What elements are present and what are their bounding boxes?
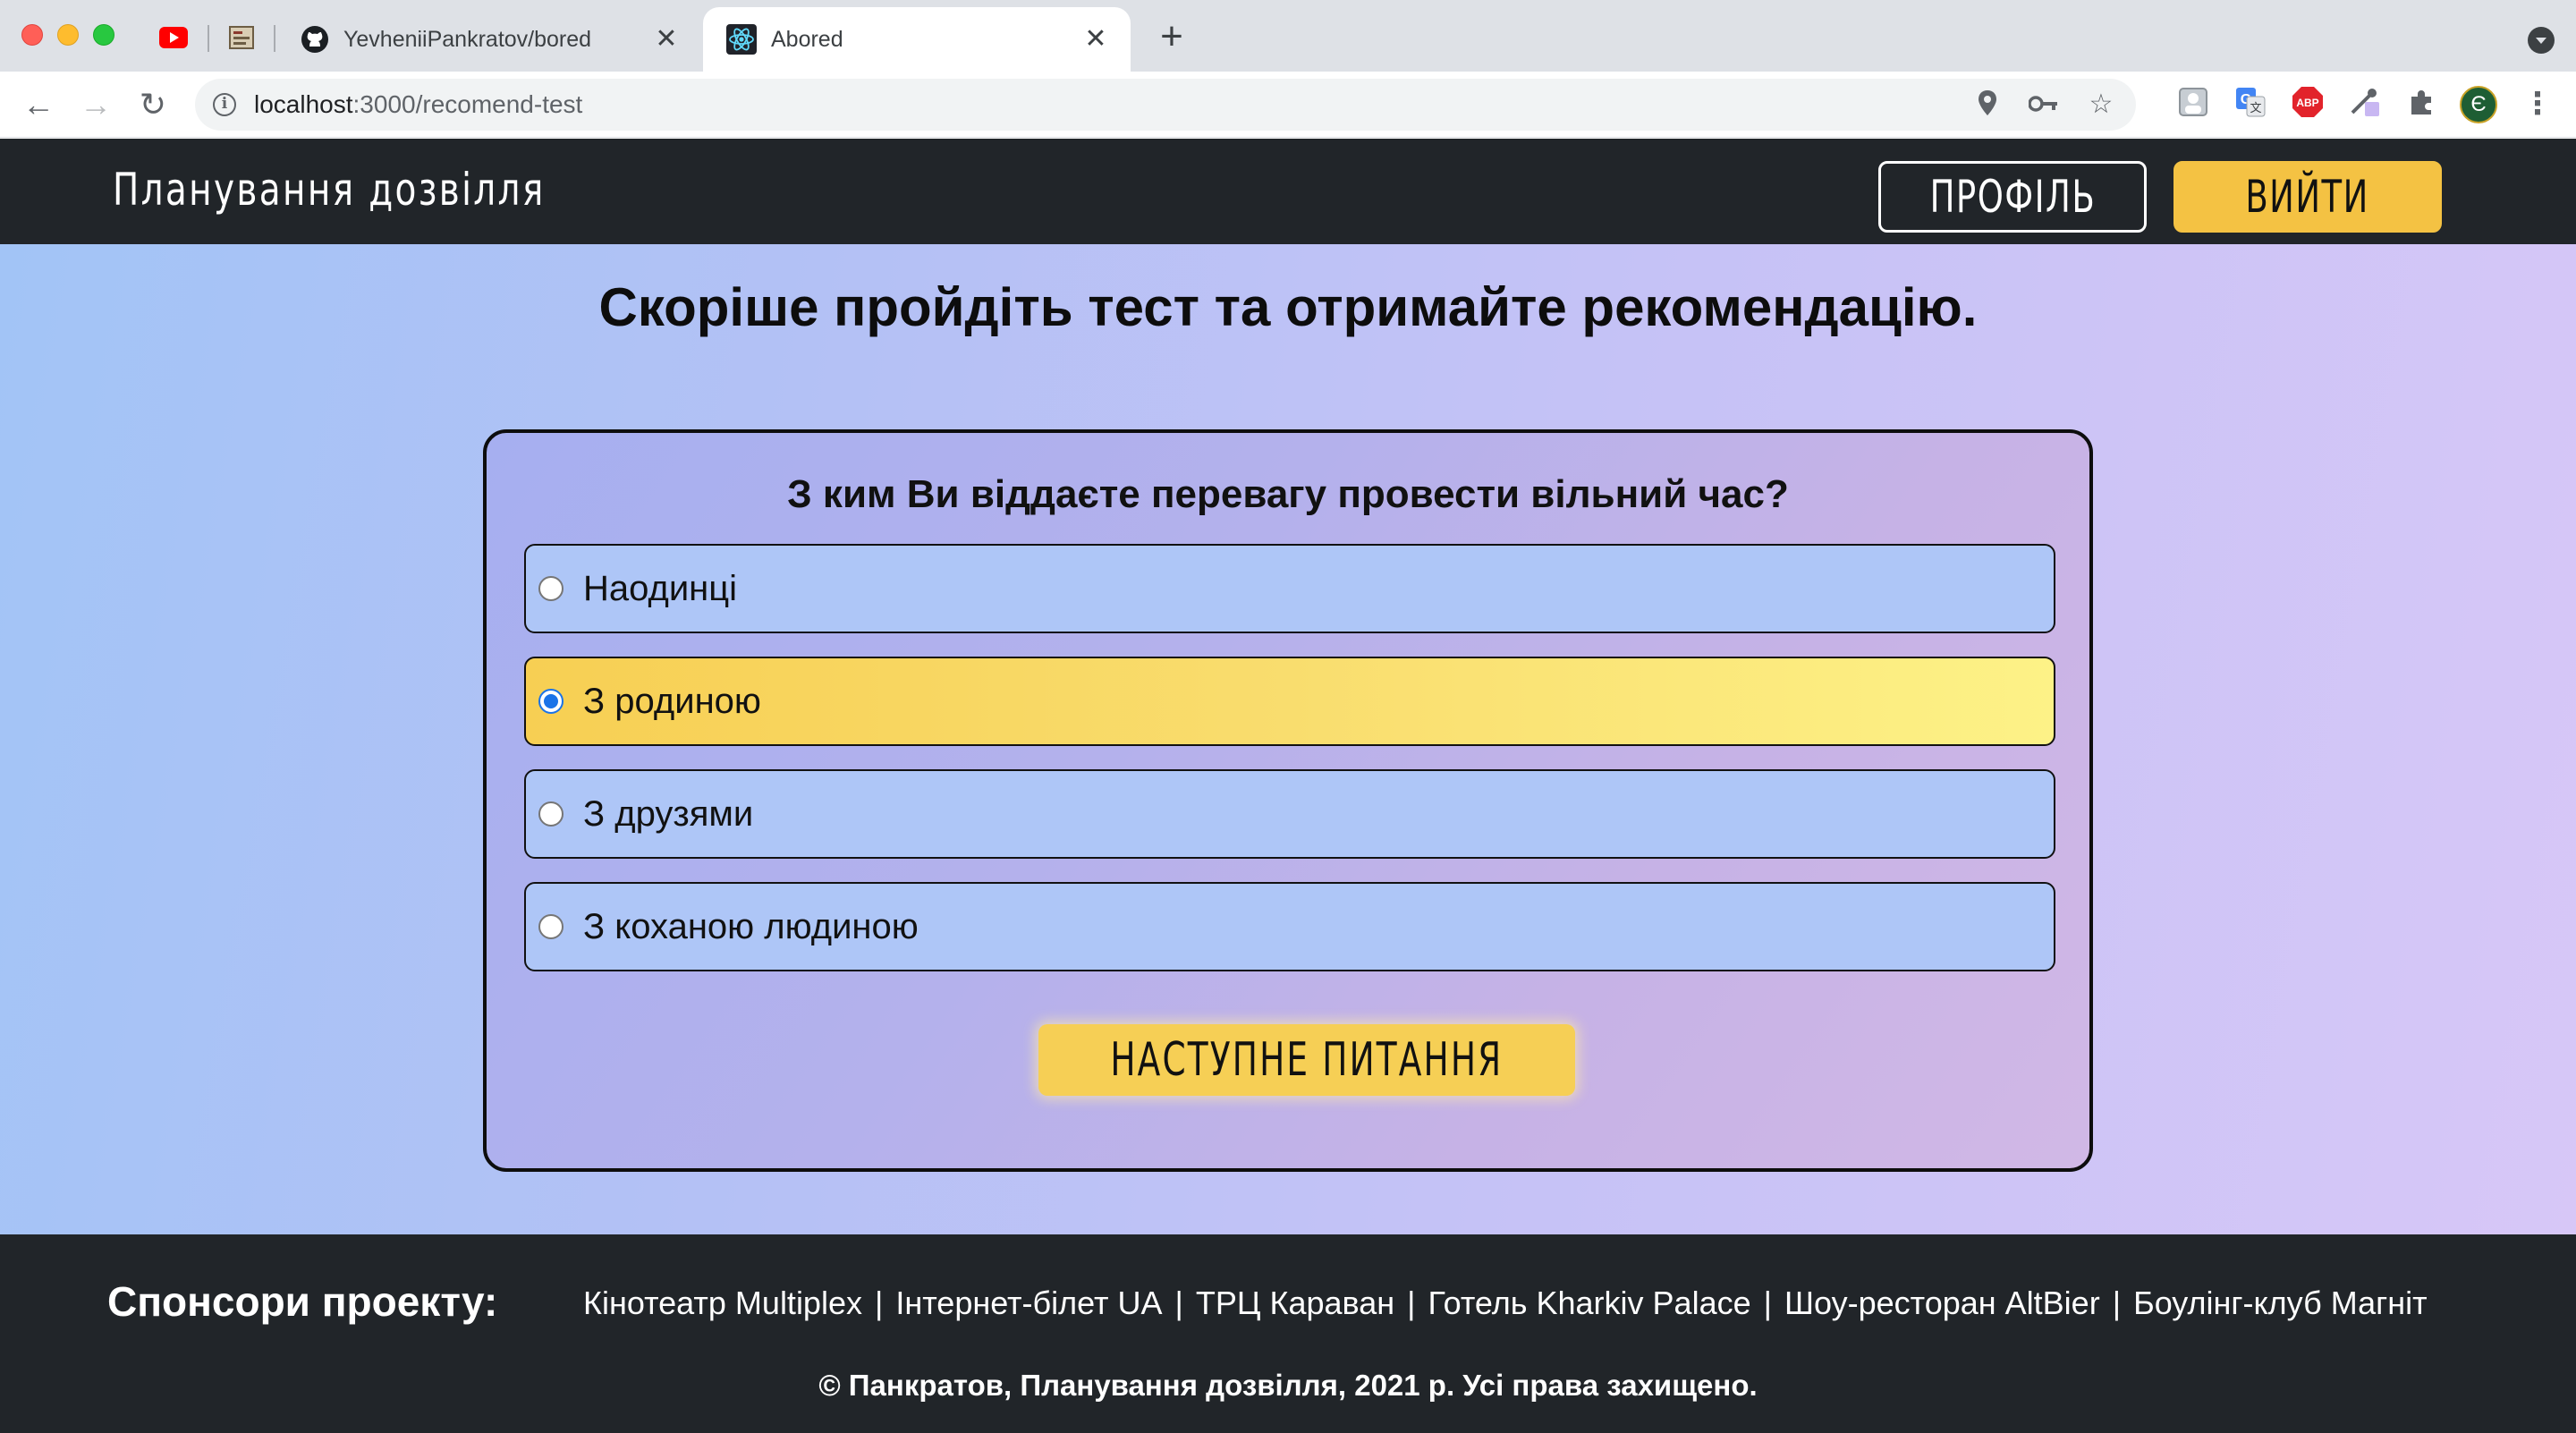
quiz-option-friends[interactable]: З друзями [524, 769, 2055, 859]
maximize-window-button[interactable] [93, 24, 114, 46]
new-tab-button[interactable]: + [1154, 17, 1190, 56]
radio-button[interactable] [538, 576, 564, 601]
copyright: © Панкратов, Планування дозвілля, 2021 р… [818, 1369, 1758, 1402]
tab-abored[interactable]: Abored ✕ [703, 7, 1131, 72]
separator: | [1174, 1285, 1183, 1321]
close-window-button[interactable] [21, 24, 43, 46]
tab-github[interactable]: YevheniiPankratov/bored ✕ [277, 7, 701, 72]
tab-title: YevheniiPankratov/bored [343, 26, 592, 52]
option-label: З родиною [583, 681, 761, 721]
quiz-card: З ким Ви віддаєте перевагу провести віль… [483, 429, 2093, 1172]
site-header: Планування дозвілля ПРОФІЛЬ ВИЙТИ [0, 139, 2576, 244]
google-translate-icon[interactable]: G文 [2233, 84, 2268, 120]
separator: | [1407, 1285, 1416, 1321]
quiz-option-loved-one[interactable]: З коханою людиною [524, 882, 2055, 971]
pinned-tab-youtube[interactable] [148, 18, 199, 57]
minimize-window-button[interactable] [57, 24, 79, 46]
svg-text:文: 文 [2250, 102, 2261, 115]
github-icon [301, 26, 328, 53]
radio-button[interactable] [538, 914, 564, 939]
info-icon[interactable]: i [213, 93, 236, 116]
sponsor-link[interactable]: Інтернет-білет UA [895, 1285, 1162, 1322]
browser-menu-icon[interactable]: ⋮ [2522, 84, 2553, 123]
close-icon[interactable]: ✕ [1082, 26, 1109, 53]
sponsor-link[interactable]: Готель Kharkiv Palace [1428, 1285, 1751, 1322]
site-brand[interactable]: Планування дозвілля [113, 164, 546, 216]
reload-icon[interactable]: ↻ [132, 84, 174, 125]
quiz-option-alone[interactable]: Наодинці [524, 544, 2055, 633]
site-footer: Спонсори проекту: Кінотеатр Multiplex | … [0, 1234, 2576, 1433]
logout-button-label: ВИЙТИ [2245, 171, 2370, 223]
profile-avatar[interactable]: Є [2460, 86, 2497, 123]
main-content: Скоріше пройдіть тест та отримайте реком… [0, 244, 2576, 1234]
logout-button[interactable]: ВИЙТИ [2174, 161, 2442, 233]
adblock-icon[interactable]: ABP [2290, 84, 2326, 120]
option-label: З друзями [583, 793, 754, 834]
back-arrow-icon[interactable]: ← [18, 84, 59, 125]
quiz-question: З ким Ви віддаєте перевагу провести віль… [787, 472, 1789, 516]
option-label: Наодинці [583, 568, 738, 608]
url-text[interactable]: localhost:3000/recomend-test [254, 90, 582, 119]
sponsor-link[interactable]: Кінотеатр Multiplex [583, 1285, 862, 1322]
sponsor-link[interactable]: ТРЦ Караван [1196, 1285, 1394, 1322]
separator: | [874, 1285, 884, 1321]
radio-button-checked[interactable] [538, 689, 564, 714]
tab-title: Abored [771, 26, 843, 52]
option-label: З коханою людиною [583, 906, 919, 946]
svg-text:ABP: ABP [2296, 97, 2318, 109]
browser-tab-bar: YevheniiPankratov/bored ✕ Abored ✕ + [0, 0, 2576, 72]
next-question-label: НАСТУПНЕ ПИТАННЯ [1110, 1033, 1504, 1087]
bookmarks-icon [229, 26, 254, 49]
extensions-puzzle-icon[interactable] [2404, 84, 2440, 120]
browser-toolbar: ← → ↻ i localhost:3000/recomend-test ☆ G… [0, 72, 2576, 138]
next-question-button[interactable]: НАСТУПНЕ ПИТАННЯ [1038, 1024, 1575, 1096]
profile-button[interactable]: ПРОФІЛЬ [1878, 161, 2147, 233]
sponsor-link[interactable]: Боулінг-клуб Магніт [2133, 1285, 2428, 1322]
extension-profile-icon[interactable] [2175, 84, 2211, 120]
react-icon [726, 24, 757, 55]
profile-button-label: ПРОФІЛЬ [1929, 171, 2096, 223]
color-picker-icon[interactable] [2347, 84, 2383, 120]
star-icon[interactable]: ☆ [2086, 89, 2116, 120]
close-icon[interactable]: ✕ [653, 26, 680, 53]
separator: | [2112, 1285, 2122, 1321]
sponsors-list: Кінотеатр Multiplex | Інтернет-білет UA … [583, 1285, 2428, 1322]
pinned-tab-bookmarks[interactable] [216, 18, 267, 57]
location-pin-icon[interactable] [1972, 89, 2003, 120]
key-icon[interactable] [2028, 89, 2059, 120]
radio-button[interactable] [538, 801, 564, 827]
youtube-icon [159, 27, 188, 48]
sponsor-link[interactable]: Шоу-ресторан AltBier [1784, 1285, 2100, 1322]
sponsors-title: Спонсори проекту: [107, 1278, 498, 1325]
address-bar[interactable]: i localhost:3000/recomend-test ☆ [195, 79, 2136, 131]
separator: | [1763, 1285, 1772, 1321]
quiz-option-family[interactable]: З родиною [524, 657, 2055, 746]
page-title: Скоріше пройдіть тест та отримайте реком… [598, 277, 1978, 337]
forward-arrow-icon[interactable]: → [75, 84, 116, 125]
tab-search-button[interactable] [2528, 27, 2555, 54]
